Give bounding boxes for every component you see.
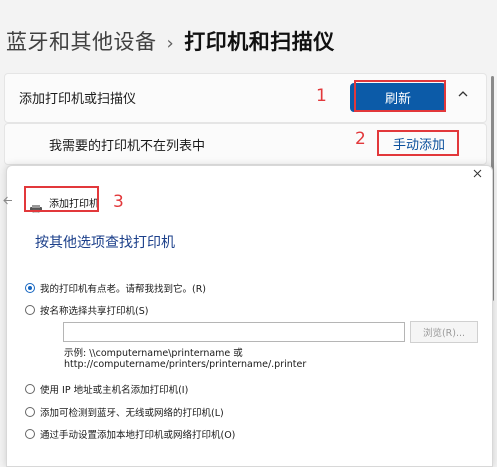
- option-old-printer[interactable]: 我的打印机有点老。请帮我找到它。(R): [25, 281, 206, 295]
- option-label: 我的打印机有点老。请帮我找到它。(R): [40, 284, 207, 295]
- close-icon[interactable]: [473, 166, 482, 182]
- page-title: 打印机和扫描仪: [184, 30, 335, 54]
- option-label: 使用 IP 地址或主机名添加打印机(I): [40, 385, 189, 396]
- option-bluetooth-wireless[interactable]: 添加可检测到蓝牙、无线或网络的打印机(L): [25, 405, 224, 419]
- breadcrumb-separator: ›: [166, 33, 175, 54]
- annotation-box-1: [354, 80, 446, 112]
- radio-old-printer[interactable]: [25, 283, 35, 293]
- example-text: 示例: \\computername\printername 或 http://…: [64, 348, 306, 370]
- annotation-number-1: 1: [316, 86, 327, 106]
- add-printer-dialog: 添加打印机 3 按其他选项查找打印机 我的打印机有点老。请帮我找到它。(R) 按…: [3, 165, 493, 467]
- example-line-2: http://computername/printers/printername…: [64, 359, 307, 370]
- annotation-box-2: [377, 130, 459, 156]
- option-label: 按名称选择共享打印机(S): [40, 306, 149, 317]
- breadcrumb-parent[interactable]: 蓝牙和其他设备: [6, 30, 157, 54]
- example-line-1: 示例: \\computername\printername 或: [64, 348, 243, 359]
- back-arrow-icon[interactable]: [3, 194, 13, 209]
- radio-manual-local[interactable]: [25, 429, 35, 439]
- option-manual-local[interactable]: 通过手动设置添加本地打印机或网络打印机(O): [25, 427, 235, 441]
- radio-shared-printer[interactable]: [25, 305, 35, 315]
- dialog-heading: 按其他选项查找打印机: [35, 235, 175, 251]
- annotation-number-3: 3: [113, 192, 124, 212]
- option-ip-address[interactable]: 使用 IP 地址或主机名添加打印机(I): [25, 382, 188, 396]
- breadcrumb: 蓝牙和其他设备 › 打印机和扫描仪: [6, 26, 335, 56]
- annotation-number-2: 2: [355, 129, 366, 149]
- option-shared-printer[interactable]: 按名称选择共享打印机(S): [25, 303, 148, 317]
- chevron-up-icon[interactable]: [458, 86, 468, 101]
- browse-button[interactable]: 浏览(R)...: [410, 321, 478, 343]
- add-printer-label: 添加打印机或扫描仪: [19, 92, 137, 107]
- radio-bluetooth-wireless[interactable]: [25, 407, 35, 417]
- shared-printer-name-input[interactable]: [63, 322, 405, 342]
- printer-not-listed-label: 我需要的打印机不在列表中: [49, 139, 206, 154]
- option-label: 通过手动设置添加本地打印机或网络打印机(O): [40, 430, 236, 441]
- radio-ip-address[interactable]: [25, 384, 35, 394]
- annotation-box-3: [24, 186, 99, 212]
- option-label: 添加可检测到蓝牙、无线或网络的打印机(L): [40, 408, 224, 419]
